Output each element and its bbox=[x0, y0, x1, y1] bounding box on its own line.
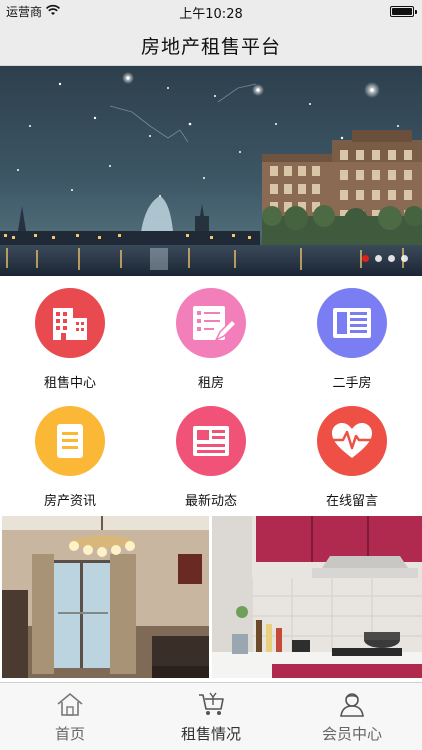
home-icon bbox=[57, 692, 83, 716]
menu-item-second-hand[interactable]: 二手房 bbox=[282, 276, 422, 394]
building-icon bbox=[35, 288, 105, 358]
tab-label: 会员中心 bbox=[321, 725, 382, 743]
menu-item-rental-center[interactable]: 租售中心 bbox=[0, 276, 140, 394]
notes-icon bbox=[35, 406, 105, 476]
menu-item-label: 租房 bbox=[197, 376, 224, 391]
menu-item-label: 在线留言 bbox=[325, 494, 378, 509]
menu-item-latest-news[interactable]: 最新动态 bbox=[141, 394, 281, 512]
menu-item-label: 房产资讯 bbox=[43, 494, 96, 509]
tab-home[interactable]: 首页 bbox=[0, 683, 140, 750]
tab-sales-status[interactable]: 租售情况 bbox=[141, 683, 281, 750]
news-icon bbox=[176, 406, 246, 476]
banner-image bbox=[0, 66, 422, 276]
banner-carousel[interactable] bbox=[0, 66, 422, 276]
page-title: 房地产租售平台 bbox=[140, 36, 281, 58]
tab-label: 租售情况 bbox=[180, 725, 241, 743]
carousel-dot[interactable] bbox=[362, 255, 369, 262]
tab-member-center[interactable]: 会员中心 bbox=[282, 683, 422, 750]
battery-icon bbox=[390, 6, 417, 17]
carousel-dot[interactable] bbox=[401, 255, 408, 262]
carousel-indicators bbox=[362, 255, 408, 262]
document-edit-icon bbox=[176, 288, 246, 358]
menu-item-label: 最新动态 bbox=[184, 494, 237, 509]
heartbeat-icon bbox=[317, 406, 387, 476]
menu-grid: 租售中心 租房 二手房 房产资讯 最新动态 在线留言 bbox=[0, 276, 422, 512]
kitchen-photo[interactable] bbox=[212, 516, 422, 678]
newspaper-icon bbox=[317, 288, 387, 358]
tab-bar: 首页 租售情况 会员中心 bbox=[0, 682, 422, 750]
menu-item-rent[interactable]: 租房 bbox=[141, 276, 281, 394]
carousel-dot[interactable] bbox=[375, 255, 382, 262]
carousel-dot[interactable] bbox=[388, 255, 395, 262]
nav-bar: 房地产租售平台 bbox=[0, 22, 422, 66]
user-icon bbox=[340, 693, 364, 717]
tab-label: 首页 bbox=[54, 725, 85, 743]
status-bar: 运营商 上午10:28 bbox=[0, 0, 422, 22]
menu-item-online-message[interactable]: 在线留言 bbox=[282, 394, 422, 512]
featured-photos bbox=[0, 512, 422, 682]
menu-item-label: 租售中心 bbox=[43, 376, 96, 391]
menu-item-real-estate-info[interactable]: 房产资讯 bbox=[0, 394, 140, 512]
menu-item-label: 二手房 bbox=[332, 376, 372, 391]
status-time: 上午10:28 bbox=[179, 7, 243, 22]
cart-icon bbox=[199, 692, 224, 715]
living-room-photo[interactable] bbox=[2, 516, 209, 678]
